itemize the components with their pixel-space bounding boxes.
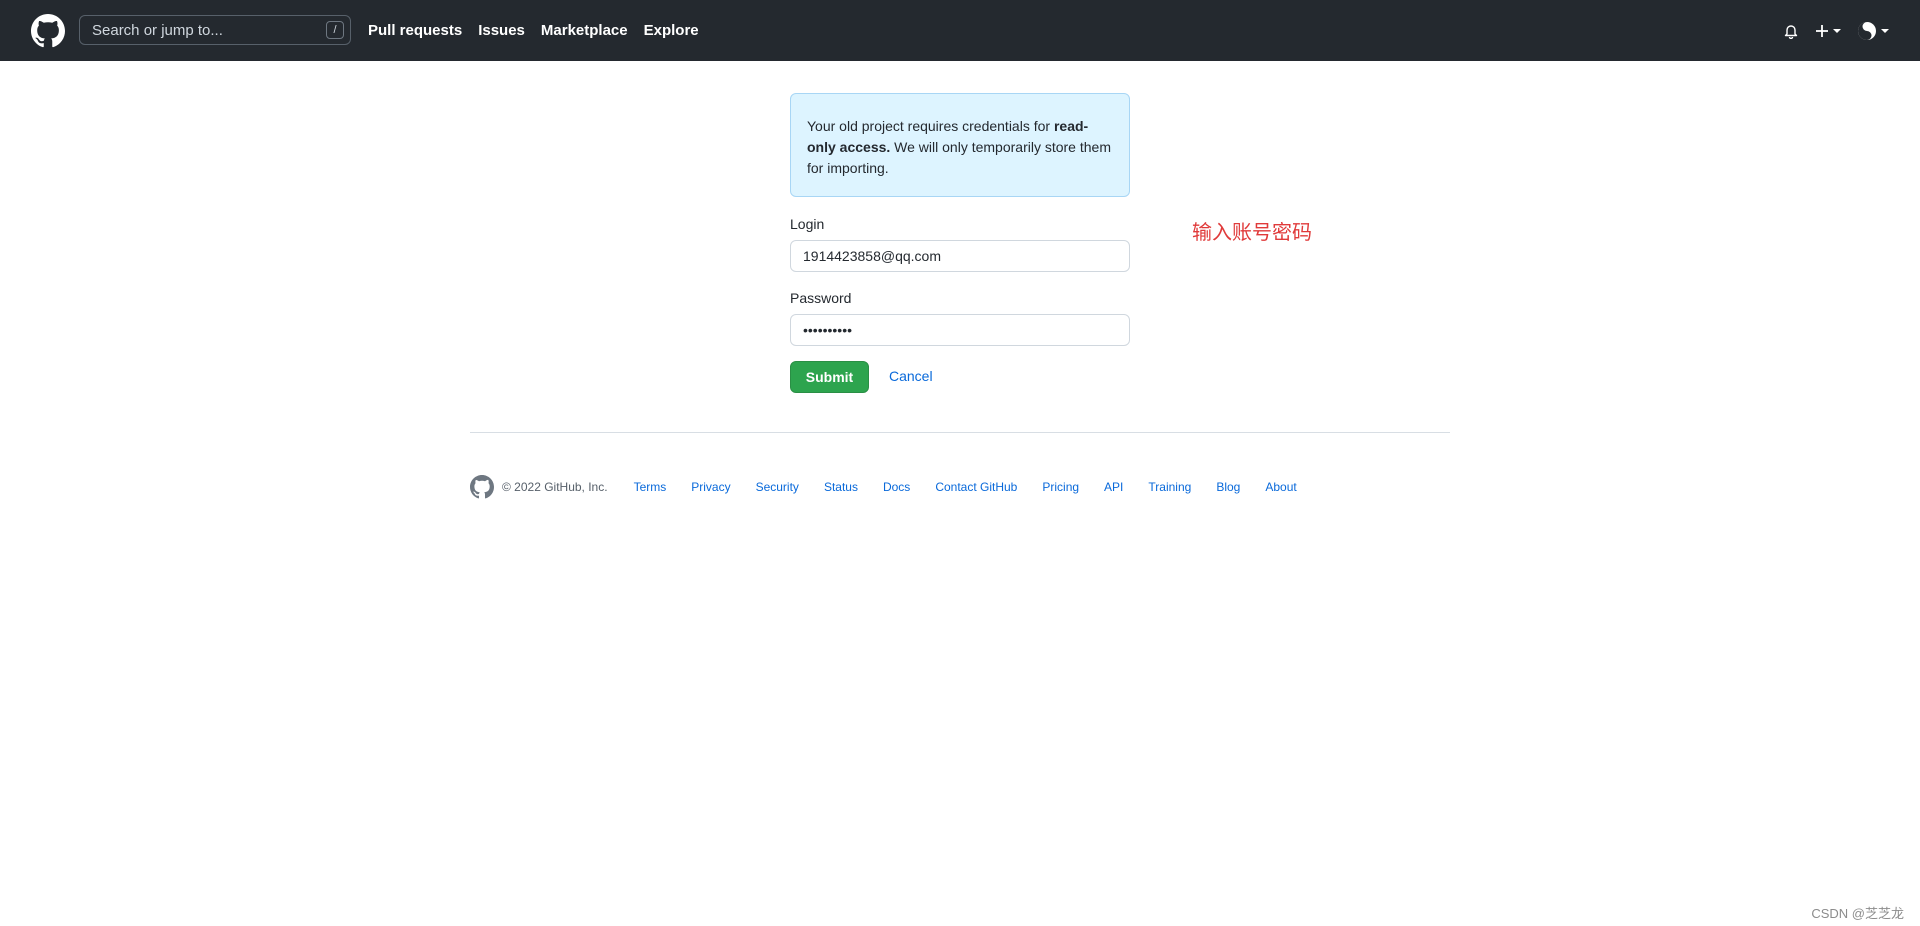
footer-link-api[interactable]: API (1104, 480, 1123, 494)
cancel-link[interactable]: Cancel (889, 368, 933, 384)
nav-pull-requests[interactable]: Pull requests (368, 22, 462, 39)
bell-icon (1784, 24, 1798, 39)
submit-button[interactable]: Submit (790, 361, 869, 393)
password-label: Password (790, 290, 852, 306)
header-actions (1767, 0, 1889, 61)
nav-issues[interactable]: Issues (478, 22, 525, 39)
credentials-notice: Your old project requires credentials fo… (790, 93, 1130, 197)
chevron-down-icon (1881, 28, 1889, 33)
search-input[interactable]: Search or jump to... / (79, 15, 351, 45)
footer-link-contact[interactable]: Contact GitHub (935, 480, 1017, 494)
nav-marketplace[interactable]: Marketplace (541, 22, 628, 39)
login-label: Login (790, 216, 825, 232)
footer-link-about[interactable]: About (1265, 480, 1296, 494)
footer-link-pricing[interactable]: Pricing (1042, 480, 1079, 494)
top-header: Search or jump to... / Pull requests Iss… (0, 0, 1920, 61)
footer: © 2022 GitHub, Inc. Terms Privacy Securi… (470, 474, 1322, 500)
main-nav: Pull requests Issues Marketplace Explore (368, 0, 715, 61)
avatar (1858, 21, 1876, 40)
annotation-text: 输入账号密码 (1192, 220, 1312, 244)
footer-copyright: © 2022 GitHub, Inc. (502, 480, 608, 494)
create-new-button[interactable] (1815, 24, 1841, 38)
login-field[interactable] (790, 240, 1130, 272)
footer-link-docs[interactable]: Docs (883, 480, 910, 494)
notice-text-before: Your old project requires credentials fo… (807, 118, 1054, 134)
nav-explore[interactable]: Explore (644, 22, 699, 39)
chevron-down-icon (1833, 28, 1841, 33)
footer-link-blog[interactable]: Blog (1216, 480, 1240, 494)
github-mark-icon[interactable] (470, 475, 494, 499)
footer-link-security[interactable]: Security (756, 480, 799, 494)
watermark: CSDN @芝芝龙 (1811, 906, 1904, 921)
plus-icon (1816, 24, 1828, 37)
footer-link-privacy[interactable]: Privacy (691, 480, 730, 494)
footer-link-terms[interactable]: Terms (634, 480, 667, 494)
footer-link-training[interactable]: Training (1148, 480, 1191, 494)
notifications-button[interactable] (1783, 23, 1799, 39)
search-placeholder: Search or jump to... (92, 21, 223, 39)
password-field[interactable] (790, 314, 1130, 346)
user-menu-button[interactable] (1857, 21, 1889, 41)
footer-link-status[interactable]: Status (824, 480, 858, 494)
github-logo-icon[interactable] (31, 14, 65, 48)
footer-divider (470, 432, 1450, 433)
search-shortcut-key: / (326, 21, 344, 39)
